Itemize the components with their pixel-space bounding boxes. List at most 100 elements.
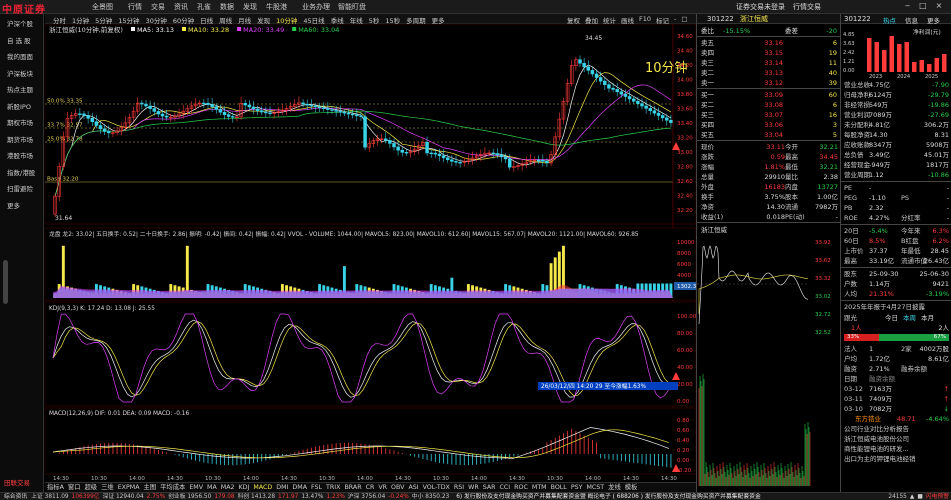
quote-row[interactable]: 买四 33.06 3 xyxy=(697,120,841,130)
vote-month[interactable]: 本月 xyxy=(921,313,934,323)
sidebar-item-3[interactable]: 沪深板块 xyxy=(0,66,44,83)
indicator-tab-2[interactable]: 超级 xyxy=(83,483,100,492)
status-right-item-1[interactable]: ▲ xyxy=(910,494,914,500)
status-ticker[interactable]: 6) 发行股份及支付现金购买资产并募集配套资金暨 概论电子 ( 688206 )… xyxy=(456,494,761,500)
sidebar-item-10[interactable]: 扫雷避险 xyxy=(0,181,44,198)
menu-3[interactable]: 资讯 xyxy=(174,2,197,12)
indicator-tab-5[interactable]: 主图 xyxy=(142,483,159,492)
sidebar-item-2[interactable]: 我的面面 xyxy=(0,49,44,66)
indicator-tab-8[interactable]: MA xyxy=(205,483,219,492)
quote-row[interactable]: 卖三 33.14 11 xyxy=(697,58,841,68)
indicator-tab-1[interactable]: 窗口 xyxy=(66,483,83,492)
news-row[interactable]: 出口为主的钾锂电池经销 xyxy=(841,454,951,464)
vote-today[interactable]: 今日 xyxy=(885,313,898,323)
f10-tab-0[interactable]: 热点 xyxy=(883,15,896,25)
menu-9[interactable]: 智能盯盘 xyxy=(338,2,374,12)
sidebar-item-1[interactable]: 自 选 股 xyxy=(0,33,44,50)
indicator-tab-10[interactable]: KDJ xyxy=(237,483,252,492)
sidebar-item-7[interactable]: 期货市场 xyxy=(0,132,44,149)
vote-week[interactable]: 本周 xyxy=(903,313,916,323)
status-right-item-0[interactable]: 24155 xyxy=(888,494,906,500)
sidebar-item-8[interactable]: 港股市场 xyxy=(0,148,44,165)
quote-row[interactable]: 卖五 33.16 6 xyxy=(697,38,841,48)
indicator-tab-24[interactable]: SAR xyxy=(481,483,498,492)
indicator-tab-18[interactable]: VR xyxy=(376,483,389,492)
indicator-tab-31[interactable]: 龙线 xyxy=(606,483,623,492)
sidebar-item-4[interactable]: 热点主题 xyxy=(0,82,44,99)
maximize-icon[interactable]: □ xyxy=(919,1,927,10)
indicator-tab-7[interactable]: EMV xyxy=(187,483,205,492)
quote-row[interactable]: 卖二 33.13 40 xyxy=(697,68,841,78)
indicator-tab-9[interactable]: MA2 xyxy=(219,483,237,492)
quote-row[interactable]: 买一 33.09 60 xyxy=(697,90,841,100)
sidebar-collapse-handle[interactable] xyxy=(3,260,8,304)
news-row[interactable]: 商性能锂电池的研发... xyxy=(841,444,951,454)
status-item-3: 2.75% xyxy=(146,494,166,500)
indicator-tab-16[interactable]: BRAR xyxy=(342,483,363,492)
f10-tab-2[interactable]: 更多 xyxy=(927,15,940,25)
menu-8[interactable]: 业务办理 xyxy=(302,2,338,12)
news-row[interactable]: 浙江恒威电池股份公司 xyxy=(841,434,951,444)
sidebar-item-9[interactable]: 指数/港股 xyxy=(0,165,44,182)
sidebar-link-trade[interactable]: 田联交易 xyxy=(0,475,44,492)
top-link-1[interactable]: 行情交易 xyxy=(793,2,821,12)
candle-body xyxy=(648,108,653,112)
minimize-icon[interactable]: ‒ xyxy=(905,1,910,10)
kline-chart-area[interactable]: 浙江恒威(10分钟,前复权) MA5: 33.13 MA10: 33.28 MA20… xyxy=(44,23,700,482)
quote-row[interactable]: 卖四 33.15 19 xyxy=(697,48,841,58)
menu-0[interactable]: 全景图 xyxy=(92,2,128,12)
news-row[interactable]: 东方锆业 48.71 -4.64% xyxy=(841,414,951,424)
indicator-tab-0[interactable]: 指标A xyxy=(45,483,66,492)
sidebar-item-5[interactable]: 新股IPO xyxy=(0,99,44,116)
indicator-tab-12[interactable]: DMI xyxy=(274,483,290,492)
quote-row[interactable]: 买三 33.07 16 xyxy=(697,110,841,120)
indicator-tab-3[interactable]: 三维 xyxy=(99,483,116,492)
indicator-tab-29[interactable]: PSY xyxy=(569,483,585,492)
sidebar-item-0[interactable]: 沪深个股 xyxy=(0,16,44,33)
menu-2[interactable]: 交易 xyxy=(151,2,174,12)
kdj-tick-0: 100.00 xyxy=(677,314,696,320)
quote-row[interactable]: 卖一 33.12 39 xyxy=(697,78,841,88)
indicator-tab-22[interactable]: RSI xyxy=(452,483,466,492)
indicator-tab-32[interactable]: 模板 xyxy=(623,483,640,492)
indicator-tab-23[interactable]: WR xyxy=(466,483,481,492)
indicator-tab-28[interactable]: BOLL xyxy=(549,483,569,492)
indicator-tab-14[interactable]: FSL xyxy=(309,483,324,492)
intraday-mini-chart[interactable]: 33.92 33.62 33.32 33.02 32.72 32.52 xyxy=(697,234,840,334)
indicator-tab-15[interactable]: TRIX xyxy=(324,483,342,492)
status-right-item-2[interactable]: ■ xyxy=(917,494,922,500)
indicator-tab-11[interactable]: MACD xyxy=(251,483,274,492)
kline-chart[interactable]: 浙江恒威(10分钟,前复权) MA5: 33.13 MA10: 33.28 MA20… xyxy=(44,23,700,482)
indicator-tab-6[interactable]: 平均成本 xyxy=(158,483,187,492)
close-icon[interactable]: × xyxy=(936,1,943,10)
menu-1[interactable]: 行情 xyxy=(128,2,151,12)
f10-value-2: ↑ xyxy=(943,385,949,393)
menu-6[interactable]: 发现 xyxy=(243,2,266,12)
f10-value-2: -19.86 xyxy=(928,101,949,109)
sidebar-item-6[interactable]: 期权市场 xyxy=(0,115,44,132)
quote-row[interactable]: 买二 33.08 6 xyxy=(697,100,841,110)
menu-7[interactable]: 牛股港 xyxy=(266,2,302,12)
indicator-tab-17[interactable]: CR xyxy=(364,483,377,492)
indicator-tab-25[interactable]: CCI xyxy=(498,483,513,492)
indicator-tab-21[interactable]: VOL-TDX xyxy=(421,483,452,492)
indicator-tab-27[interactable]: MTM xyxy=(530,483,549,492)
menu-5[interactable]: 数据 xyxy=(220,2,243,12)
indicator-tab-26[interactable]: ROC xyxy=(512,483,530,492)
menu-4[interactable]: 孔雀 xyxy=(197,2,220,12)
indicator-tab-19[interactable]: OBV xyxy=(389,483,406,492)
status-left[interactable]: 综合资讯 xyxy=(4,494,27,500)
top-link-0[interactable]: 证券交易未登录 xyxy=(736,2,785,12)
ma-legend-item-2: MA20: 33.49 xyxy=(243,26,284,34)
indicator-tab-30[interactable]: MCST xyxy=(584,483,606,492)
indicator-tab-4[interactable]: EXPMA xyxy=(116,483,142,492)
quote-row[interactable]: 买五 33.04 5 xyxy=(697,130,841,140)
sidebar-item-11[interactable]: 更多 xyxy=(0,198,44,215)
f10-row: 人均 21.31% -3.19% xyxy=(841,289,951,299)
indicator-tab-20[interactable]: ASI xyxy=(406,483,420,492)
indicator-tab-13[interactable]: DMA xyxy=(290,483,309,492)
f10-value: - xyxy=(869,184,872,192)
f10-tab-1[interactable]: 信息 xyxy=(905,15,918,25)
news-row[interactable]: 公司行业对比分析报告 xyxy=(841,424,951,434)
status-right-item-3[interactable]: 闪电预警 xyxy=(926,494,949,500)
